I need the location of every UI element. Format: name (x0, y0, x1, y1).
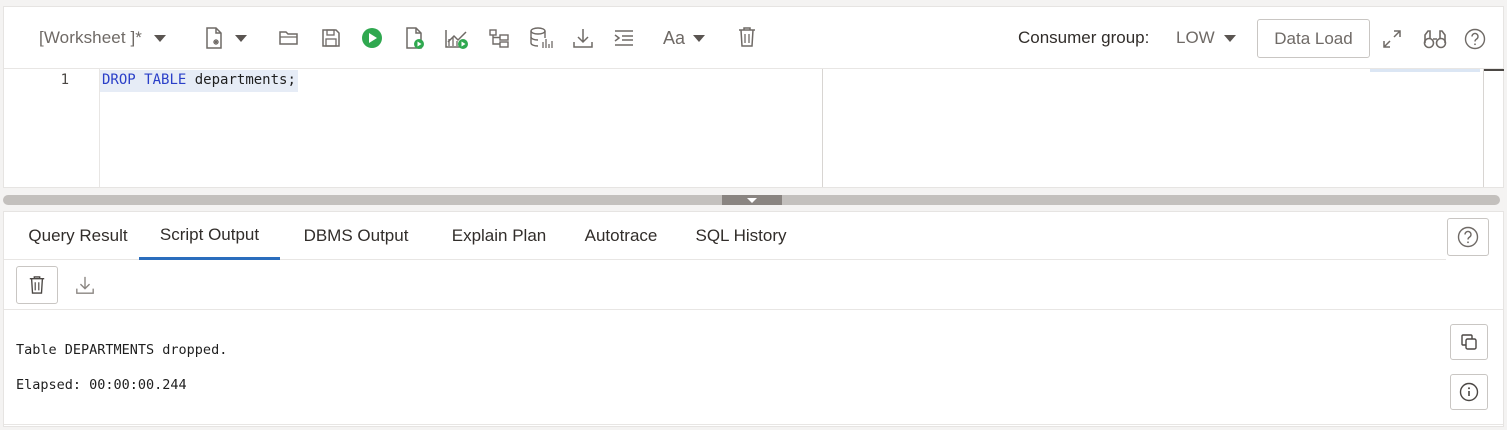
help-icon (1457, 226, 1479, 248)
tab-explain-plan[interactable]: Explain Plan (430, 212, 568, 260)
format-icon[interactable] (612, 27, 636, 49)
output-panel: Query Result Script Output DBMS Output E… (3, 211, 1504, 427)
output-tabs: Query Result Script Output DBMS Output E… (4, 212, 1446, 260)
data-load-button[interactable]: Data Load (1257, 19, 1370, 58)
tab-script-output[interactable]: Script Output (139, 212, 280, 260)
consumer-group-caret-icon[interactable] (1224, 35, 1236, 42)
editor-divider (822, 69, 823, 187)
new-file-dropdown-caret-icon[interactable] (235, 35, 247, 42)
code-line[interactable]: DROP TABLE departments; (100, 70, 298, 92)
worksheet-dropdown-caret-icon[interactable] (154, 35, 166, 42)
output-help-button[interactable] (1447, 218, 1489, 256)
binoculars-icon[interactable] (1422, 27, 1448, 51)
trash-icon[interactable] (735, 25, 759, 49)
editor-scrollbar[interactable] (1483, 69, 1484, 187)
save-icon[interactable] (319, 27, 343, 49)
trash-icon (29, 276, 45, 294)
run-script-icon[interactable] (403, 25, 427, 51)
worksheet-toolbar: [Worksheet ]* Aa Consumer group: LOW Dat… (4, 7, 1503, 69)
expand-icon[interactable] (1380, 27, 1404, 51)
database-stats-icon[interactable] (528, 25, 554, 51)
autotrace-icon[interactable] (487, 27, 511, 49)
table-identifier: departments; (194, 72, 296, 88)
info-icon (1459, 382, 1479, 402)
new-file-icon[interactable] (202, 25, 226, 51)
font-dropdown-caret-icon[interactable] (693, 35, 705, 42)
info-button[interactable] (1450, 374, 1488, 410)
minimap-highlight (1370, 69, 1480, 72)
output-bottom-border (4, 424, 1503, 425)
worksheet-selector[interactable]: [Worksheet ]* (39, 28, 142, 48)
output-toolbar (4, 260, 1503, 310)
consumer-group-label: Consumer group: (1018, 28, 1150, 47)
open-folder-icon[interactable] (277, 27, 301, 49)
keyword-table: TABLE (144, 72, 187, 88)
copy-icon (1461, 334, 1477, 350)
collapse-arrow-icon (747, 197, 757, 203)
tab-dbms-output[interactable]: DBMS Output (286, 212, 426, 260)
keyword-drop: DROP (102, 72, 136, 88)
output-line-result: Table DEPARTMENTS dropped. (16, 342, 228, 358)
tab-autotrace[interactable]: Autotrace (565, 212, 677, 260)
scrollbar-thumb[interactable] (1484, 69, 1504, 71)
line-number: 1 (60, 72, 69, 88)
tab-sql-history[interactable]: SQL History (677, 212, 805, 260)
line-number-gutter: 1 (4, 69, 100, 187)
explain-plan-icon[interactable] (444, 25, 470, 51)
download-output-button[interactable] (66, 266, 104, 304)
help-icon[interactable] (1463, 27, 1487, 51)
panel-splitter[interactable] (3, 195, 1500, 205)
tab-query-result[interactable]: Query Result (11, 212, 145, 260)
run-statement-icon[interactable] (360, 26, 384, 50)
download-icon[interactable] (571, 26, 595, 50)
consumer-group-select[interactable]: LOW (1176, 28, 1215, 48)
worksheet-panel: [Worksheet ]* Aa Consumer group: LOW Dat… (3, 6, 1504, 188)
font-size-icon[interactable]: Aa (661, 27, 687, 49)
copy-output-button[interactable] (1450, 324, 1488, 360)
clear-output-button[interactable] (16, 266, 58, 304)
output-line-elapsed: Elapsed: 00:00:00.244 (16, 377, 187, 393)
splitter-collapse-handle[interactable] (722, 195, 782, 205)
download-icon (76, 276, 94, 294)
sql-editor[interactable]: 1 DROP TABLE departments; (4, 69, 822, 187)
